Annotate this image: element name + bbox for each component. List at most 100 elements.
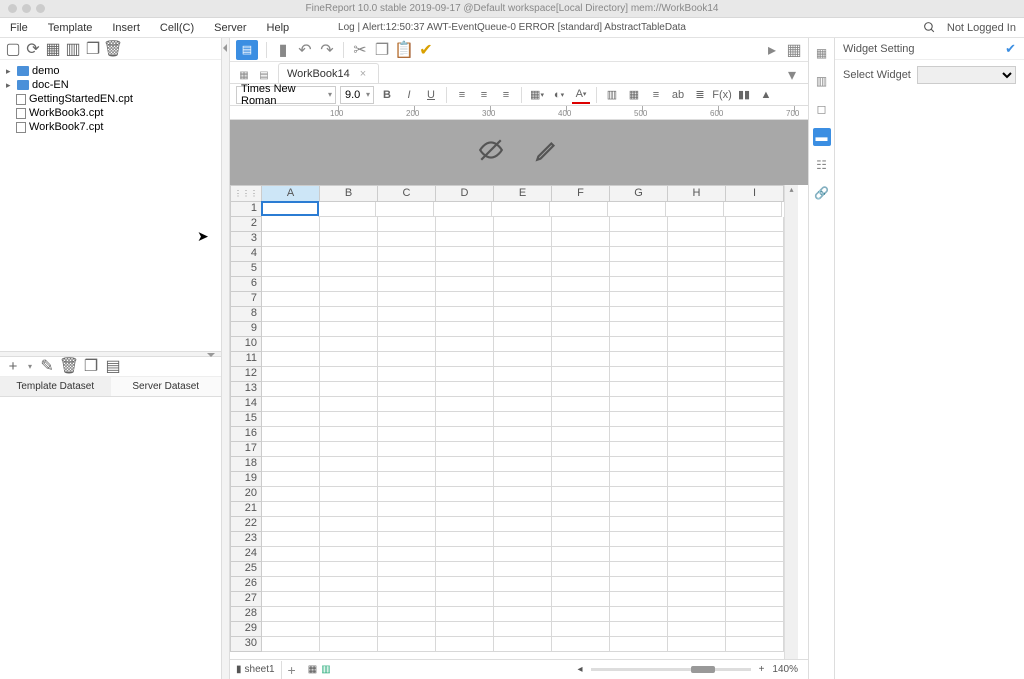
cell[interactable] <box>552 547 610 562</box>
cell[interactable] <box>378 442 436 457</box>
unmerge-icon[interactable]: ▦ <box>625 86 643 104</box>
cell[interactable] <box>668 277 726 292</box>
cell[interactable] <box>494 277 552 292</box>
row-header[interactable]: 26 <box>230 577 262 592</box>
grid-icon[interactable]: ▤ <box>256 67 272 83</box>
cell[interactable] <box>494 382 552 397</box>
cell[interactable] <box>494 442 552 457</box>
cell-attr-icon[interactable]: ▥ <box>813 72 831 90</box>
row-header[interactable]: 21 <box>230 502 262 517</box>
cell[interactable] <box>494 592 552 607</box>
cell[interactable] <box>494 397 552 412</box>
cell[interactable] <box>320 502 378 517</box>
cell[interactable] <box>320 532 378 547</box>
cell[interactable] <box>378 337 436 352</box>
cell[interactable] <box>320 397 378 412</box>
cell[interactable] <box>320 412 378 427</box>
menu-server[interactable]: Server <box>204 22 256 34</box>
cell[interactable] <box>726 352 784 367</box>
cell[interactable] <box>436 262 494 277</box>
cell[interactable] <box>320 472 378 487</box>
copy-icon[interactable]: ❐ <box>86 42 100 56</box>
cell[interactable] <box>610 412 668 427</box>
row-header[interactable]: 9 <box>230 322 262 337</box>
condition-icon[interactable]: ▲ <box>757 86 775 104</box>
cell[interactable] <box>378 502 436 517</box>
cell[interactable] <box>610 472 668 487</box>
row-header[interactable]: 5 <box>230 262 262 277</box>
cell[interactable] <box>608 202 666 217</box>
widget-icon[interactable]: ▬ <box>813 128 831 146</box>
cell[interactable] <box>668 427 726 442</box>
edit-mode-icon[interactable] <box>534 137 560 168</box>
cell[interactable] <box>726 277 784 292</box>
cell[interactable] <box>552 352 610 367</box>
cell[interactable] <box>320 562 378 577</box>
view-icon[interactable]: ▥ <box>66 42 80 56</box>
cell[interactable] <box>436 277 494 292</box>
cell[interactable] <box>726 322 784 337</box>
cell[interactable] <box>726 232 784 247</box>
widget-select[interactable] <box>917 66 1016 84</box>
align-right-icon[interactable]: ≡ <box>497 86 515 104</box>
cell[interactable] <box>726 577 784 592</box>
cell[interactable] <box>726 472 784 487</box>
cell[interactable] <box>262 277 320 292</box>
cell[interactable] <box>610 517 668 532</box>
cell[interactable] <box>610 487 668 502</box>
cell[interactable] <box>436 592 494 607</box>
cell[interactable] <box>262 337 320 352</box>
search-icon[interactable] <box>923 21 937 35</box>
cell[interactable] <box>378 217 436 232</box>
edit-icon[interactable]: ✎ <box>40 359 54 373</box>
redo-icon[interactable]: ↷ <box>319 42 335 58</box>
vertical-splitter[interactable] <box>222 38 230 679</box>
cell[interactable] <box>610 637 668 652</box>
cell[interactable] <box>436 457 494 472</box>
cell[interactable] <box>668 547 726 562</box>
cell[interactable] <box>668 307 726 322</box>
cell[interactable] <box>552 232 610 247</box>
row-header[interactable]: 8 <box>230 307 262 322</box>
cell[interactable] <box>610 457 668 472</box>
cell[interactable] <box>494 562 552 577</box>
cell[interactable] <box>668 577 726 592</box>
cell[interactable] <box>262 637 320 652</box>
remove-icon[interactable]: 🗑 <box>62 359 76 373</box>
cell[interactable] <box>552 487 610 502</box>
cell[interactable] <box>378 292 436 307</box>
cell[interactable] <box>320 457 378 472</box>
cell[interactable] <box>378 382 436 397</box>
new-folder-icon[interactable]: ▢ <box>6 42 20 56</box>
cell[interactable] <box>726 412 784 427</box>
tree-folder-demo[interactable]: ▸demo <box>0 64 221 78</box>
cell[interactable] <box>378 352 436 367</box>
cell[interactable] <box>726 622 784 637</box>
merge-icon[interactable]: ▥ <box>603 86 621 104</box>
cell[interactable] <box>610 577 668 592</box>
cell[interactable] <box>668 502 726 517</box>
condition-attr-icon[interactable]: ☷ <box>813 156 831 174</box>
row-header[interactable]: 19 <box>230 472 262 487</box>
paste-icon[interactable]: 📋 <box>396 42 412 58</box>
add-sheet-button[interactable]: + <box>282 662 302 678</box>
cell[interactable] <box>320 307 378 322</box>
row-header[interactable]: 29 <box>230 622 262 637</box>
cell[interactable] <box>436 232 494 247</box>
cell[interactable] <box>668 442 726 457</box>
cell[interactable] <box>610 592 668 607</box>
cell[interactable] <box>378 322 436 337</box>
cell[interactable] <box>494 232 552 247</box>
cell[interactable] <box>668 232 726 247</box>
cell[interactable] <box>610 622 668 637</box>
login-status[interactable]: Not Logged In <box>947 22 1016 34</box>
font-family-select[interactable]: Times New Roman <box>236 86 336 104</box>
cell[interactable] <box>436 217 494 232</box>
cell[interactable] <box>378 622 436 637</box>
new-file-icon[interactable]: ▮ <box>275 42 291 58</box>
tree-file[interactable]: WorkBook7.cpt <box>0 120 221 134</box>
fill-color-icon[interactable]: ◐▾ <box>550 86 568 104</box>
cell[interactable] <box>726 487 784 502</box>
row-header[interactable]: 25 <box>230 562 262 577</box>
italic-button[interactable]: I <box>400 86 418 104</box>
